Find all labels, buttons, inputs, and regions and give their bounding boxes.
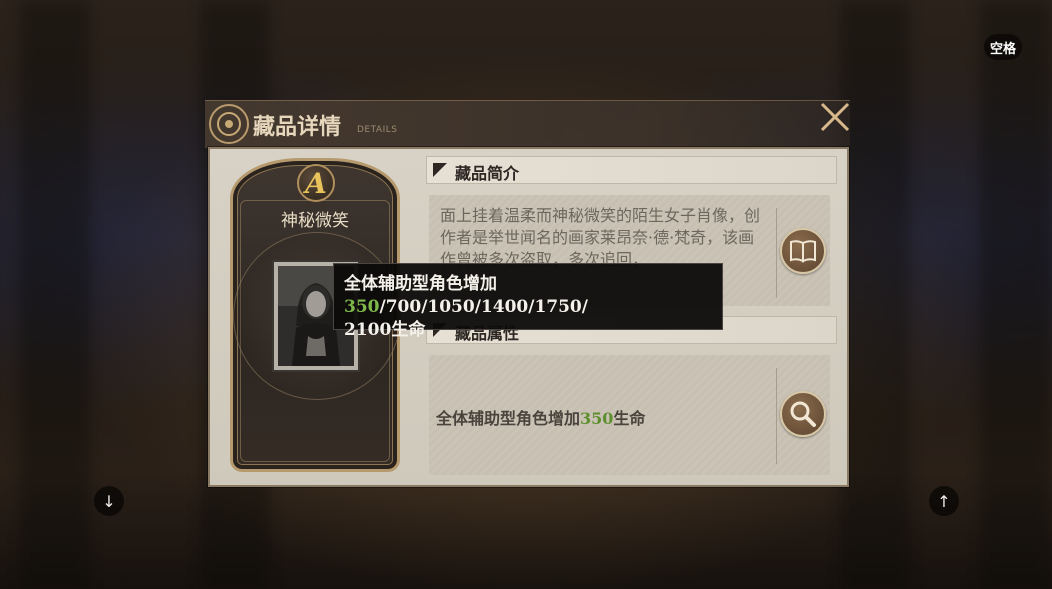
attribute-suffix: 生命 (613, 409, 646, 428)
tooltip-upgrade-values: /700/1050/1400/1750/ (379, 297, 588, 317)
attribute-value: 350 (580, 409, 614, 428)
tooltip-current-value: 350 (344, 297, 380, 317)
background-pillar (20, 0, 90, 589)
dialog-subtitle: DETAILS (357, 125, 398, 135)
lore-button[interactable] (780, 228, 826, 274)
rank-badge: A (297, 164, 335, 202)
space-key-hint[interactable]: 空格 (984, 34, 1022, 60)
divider (776, 208, 777, 298)
emblem-icon (209, 104, 249, 144)
intro-section-header: 藏品简介 (426, 156, 837, 184)
previous-button[interactable]: ↓ (94, 486, 124, 516)
close-icon (820, 102, 850, 132)
tooltip-line-1: 全体辅助型角色增加 350/700/1050/1400/1750/ (344, 273, 712, 319)
background-pillar (840, 0, 910, 589)
dialog-title: 藏品详情 (253, 114, 342, 140)
next-button[interactable]: ↑ (929, 486, 959, 516)
attribute-prefix: 全体辅助型角色增加 (436, 409, 581, 428)
book-icon (790, 240, 816, 263)
close-button[interactable] (816, 98, 854, 136)
detail-button[interactable] (780, 391, 826, 437)
intro-text: 面上挂着温柔而神秘微笑的陌生女子肖像，创作者是举世闻名的画家莱昂奈·德·梵奇，该… (440, 206, 760, 269)
tooltip-prefix: 全体辅助型角色增加 (344, 274, 497, 294)
attribute-tooltip: 全体辅助型角色增加 350/700/1050/1400/1750/ 2100生命 (333, 263, 723, 340)
tooltip-line-2: 2100生命 (344, 320, 426, 340)
intro-section-label: 藏品简介 (455, 164, 520, 183)
item-name: 神秘微笑 (281, 211, 349, 231)
search-icon (790, 401, 816, 427)
dialog-header: 藏品详情 DETAILS (205, 100, 850, 148)
attribute-text: 全体辅助型角色增加350生命 (436, 405, 645, 429)
background-pillar (980, 0, 1050, 589)
divider (776, 368, 777, 464)
